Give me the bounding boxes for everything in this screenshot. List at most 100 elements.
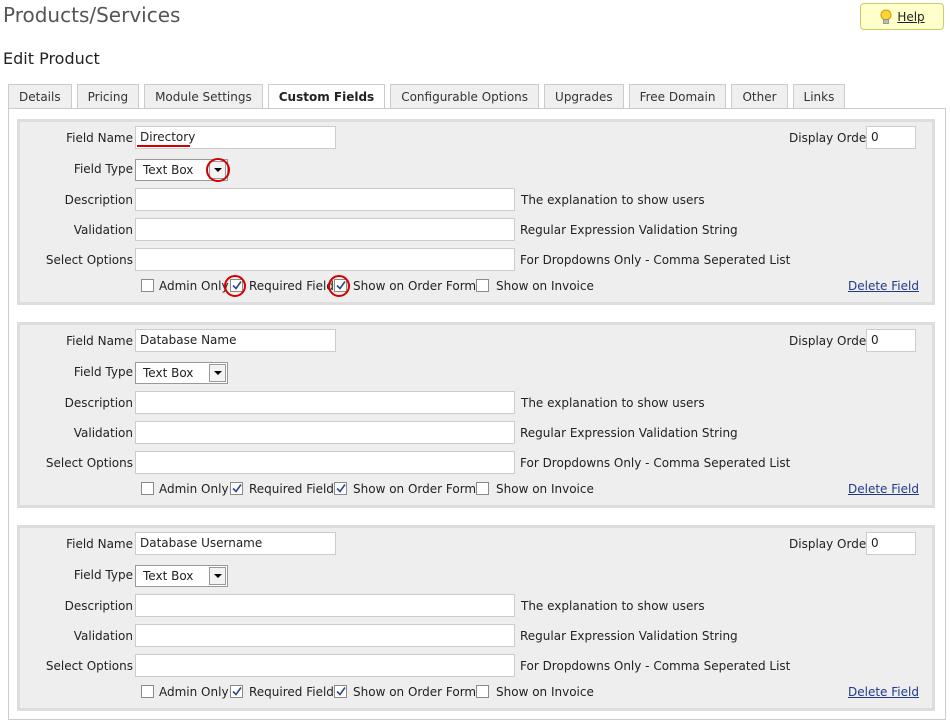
select-options-row: Select Options For Dropdowns Only - Comm… (20, 654, 932, 680)
tab-upgrades[interactable]: Upgrades (544, 84, 624, 108)
required-field-label: Required Field (249, 482, 334, 496)
display-order-input[interactable]: 0 (866, 329, 916, 352)
options-row: Admin Only Required Field Show on Order … (20, 678, 932, 704)
validation-hint: Regular Expression Validation String (520, 426, 738, 440)
annotation-underline (137, 145, 190, 147)
description-row: Description The explanation to show user… (20, 391, 932, 417)
custom-field-block: Field Name Database Name Display Order 0… (17, 322, 935, 508)
display-order-input[interactable]: 0 (866, 126, 916, 149)
select-options-label: Select Options (45, 659, 133, 673)
select-options-input[interactable] (135, 451, 515, 474)
dropdown-arrow-icon (209, 161, 226, 179)
field-type-value: Text Box (143, 163, 194, 177)
show-on-invoice-checkbox[interactable] (476, 279, 489, 292)
tab-module-settings[interactable]: Module Settings (144, 84, 263, 108)
admin-only-label: Admin Only (159, 685, 229, 699)
field-type-label: Field Type (73, 365, 133, 379)
field-name-input[interactable]: Database Username (135, 532, 336, 555)
tab-configurable-options[interactable]: Configurable Options (390, 84, 540, 108)
field-type-row: Field Type Text Box (20, 563, 932, 589)
custom-fields-panel: Field Name Directory Display Order 0 Fie… (8, 108, 946, 720)
description-input[interactable] (135, 594, 515, 617)
validation-input[interactable] (135, 421, 515, 444)
admin-only-label: Admin Only (159, 279, 229, 293)
field-name-label: Field Name (66, 131, 133, 145)
section-title: Edit Product (3, 49, 100, 68)
select-options-hint: For Dropdowns Only - Comma Seperated Lis… (520, 456, 791, 470)
tab-custom-fields[interactable]: Custom Fields (267, 84, 386, 109)
field-name-row: Field Name Database Username Display Ord… (20, 532, 932, 558)
validation-label: Validation (73, 426, 133, 440)
field-type-select[interactable]: Text Box (135, 565, 228, 587)
required-field-label: Required Field (249, 685, 334, 699)
admin-only-label: Admin Only (159, 482, 229, 496)
field-name-label: Field Name (66, 334, 133, 348)
validation-input[interactable] (135, 218, 515, 241)
dropdown-arrow-icon (209, 567, 226, 585)
checkmark-icon (336, 484, 346, 493)
tab-bar: Details Pricing Module Settings Custom F… (8, 84, 850, 109)
checkmark-icon (232, 687, 242, 696)
field-type-row: Field Type Text Box (20, 360, 932, 386)
field-type-value: Text Box (143, 569, 194, 583)
admin-only-checkbox[interactable] (141, 279, 154, 292)
description-hint: The explanation to show users (521, 396, 705, 410)
select-options-input[interactable] (135, 248, 515, 271)
required-field-checkbox[interactable] (230, 279, 243, 292)
options-row: Admin Only Required Field Show on Order … (20, 475, 932, 501)
admin-only-checkbox[interactable] (141, 685, 154, 698)
display-order-input[interactable]: 0 (866, 532, 916, 555)
validation-label: Validation (73, 223, 133, 237)
help-button[interactable]: Help (860, 3, 944, 30)
validation-row: Validation Regular Expression Validation… (20, 421, 932, 447)
show-on-order-form-checkbox[interactable] (334, 279, 347, 292)
validation-row: Validation Regular Expression Validation… (20, 218, 932, 244)
validation-hint: Regular Expression Validation String (520, 223, 738, 237)
show-on-order-form-checkbox[interactable] (334, 482, 347, 495)
show-on-invoice-label: Show on Invoice (496, 482, 594, 496)
description-input[interactable] (135, 391, 515, 414)
show-on-invoice-label: Show on Invoice (496, 685, 594, 699)
display-order-label: Display Order (789, 334, 872, 348)
field-type-label: Field Type (73, 162, 133, 176)
show-on-invoice-checkbox[interactable] (476, 685, 489, 698)
select-options-input[interactable] (135, 654, 515, 677)
show-on-order-form-label: Show on Order Form (353, 482, 477, 496)
description-label: Description (64, 599, 133, 613)
display-order-label: Display Order (789, 131, 872, 145)
tab-free-domain[interactable]: Free Domain (628, 84, 727, 108)
lightbulb-icon (879, 9, 893, 25)
dropdown-arrow-icon (209, 364, 226, 382)
field-type-row: Field Type Text Box (20, 157, 932, 183)
description-hint: The explanation to show users (521, 193, 705, 207)
select-options-row: Select Options For Dropdowns Only - Comm… (20, 248, 932, 274)
field-type-value: Text Box (143, 366, 194, 380)
select-options-label: Select Options (45, 456, 133, 470)
tab-details[interactable]: Details (8, 84, 72, 108)
tab-other[interactable]: Other (731, 84, 788, 108)
show-on-invoice-label: Show on Invoice (496, 279, 594, 293)
admin-only-checkbox[interactable] (141, 482, 154, 495)
field-name-input[interactable]: Database Name (135, 329, 336, 352)
tab-pricing[interactable]: Pricing (76, 84, 140, 108)
delete-field-link[interactable]: Delete Field (848, 685, 919, 699)
show-on-invoice-checkbox[interactable] (476, 482, 489, 495)
delete-field-link[interactable]: Delete Field (848, 279, 919, 293)
field-type-label: Field Type (73, 568, 133, 582)
required-field-checkbox[interactable] (230, 685, 243, 698)
field-name-row: Field Name Database Name Display Order 0 (20, 329, 932, 355)
field-type-select[interactable]: Text Box (135, 362, 228, 384)
select-options-hint: For Dropdowns Only - Comma Seperated Lis… (520, 253, 791, 267)
tab-links[interactable]: Links (792, 84, 846, 108)
description-input[interactable] (135, 188, 515, 211)
help-label: Help (897, 9, 925, 24)
show-on-order-form-checkbox[interactable] (334, 685, 347, 698)
delete-field-link[interactable]: Delete Field (848, 482, 919, 496)
required-field-checkbox[interactable] (230, 482, 243, 495)
field-type-select[interactable]: Text Box (135, 159, 228, 181)
display-order-label: Display Order (789, 537, 872, 551)
checkmark-icon (232, 484, 242, 493)
validation-row: Validation Regular Expression Validation… (20, 624, 932, 650)
checkmark-icon (336, 281, 346, 290)
validation-input[interactable] (135, 624, 515, 647)
